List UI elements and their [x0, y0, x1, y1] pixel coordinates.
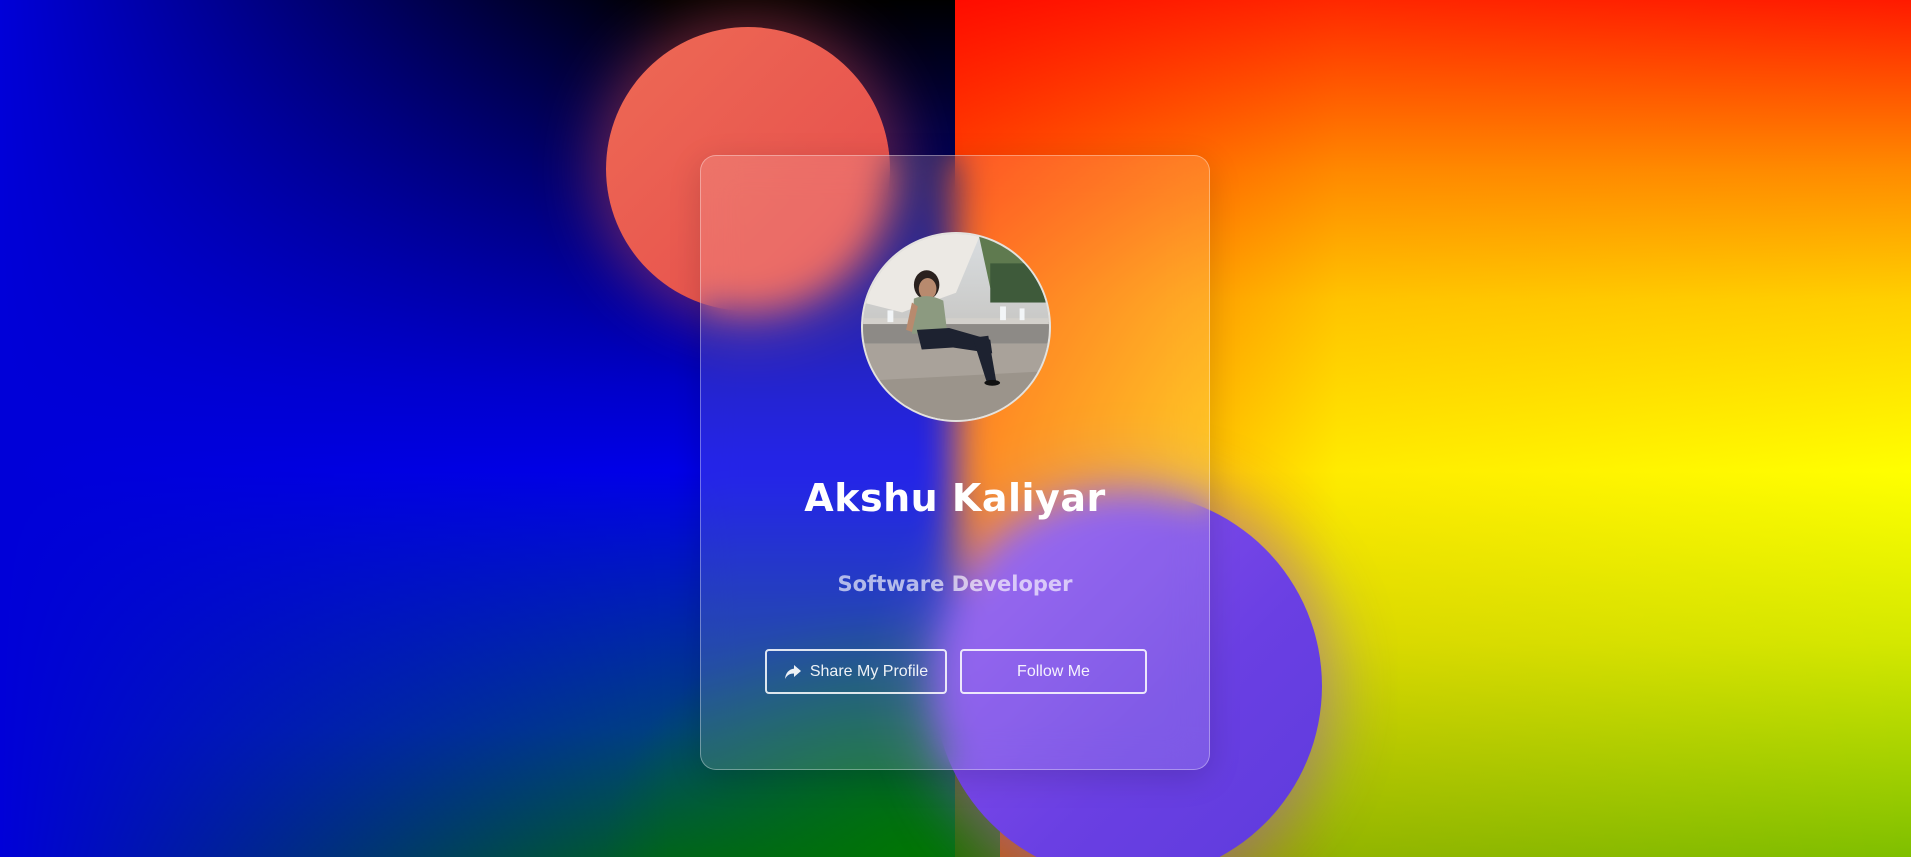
follow-button[interactable]: Follow Me	[960, 649, 1147, 694]
follow-label: Follow Me	[1017, 662, 1090, 680]
avatar	[861, 232, 1051, 422]
profile-card: Akshu Kaliyar Software Developer Share M…	[700, 155, 1210, 770]
share-profile-button[interactable]: Share My Profile	[765, 649, 947, 694]
share-icon	[784, 664, 802, 680]
share-profile-label: Share My Profile	[809, 662, 929, 680]
page-background: Akshu Kaliyar Software Developer Share M…	[0, 0, 1911, 857]
profile-photo	[863, 234, 1049, 420]
profile-role: Software Developer	[837, 572, 1073, 596]
profile-name: Akshu Kaliyar	[804, 476, 1106, 520]
